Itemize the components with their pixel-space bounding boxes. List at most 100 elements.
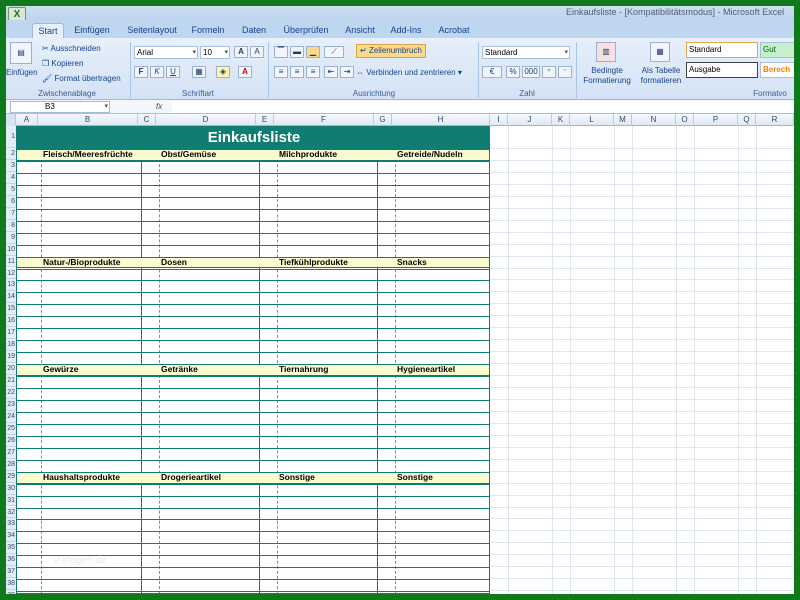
col-header-F[interactable]: F	[274, 114, 374, 126]
row-header-2[interactable]: 2	[6, 148, 16, 160]
italic-button[interactable]: K	[150, 66, 164, 78]
font-size-select[interactable]: 10 ▾	[200, 46, 230, 59]
row-header-38[interactable]: 38	[6, 578, 16, 591]
name-box[interactable]: B3 ▾	[10, 101, 110, 113]
borders-icon[interactable]: ▦	[192, 66, 206, 78]
currency-icon[interactable]: €	[482, 66, 502, 78]
row-header-4[interactable]: 4	[6, 171, 16, 184]
orientation-icon[interactable]: ⟋	[324, 46, 344, 58]
copy-button[interactable]: ❐ Kopieren	[42, 59, 83, 69]
col-header-P[interactable]: P	[694, 114, 738, 126]
row-header-17[interactable]: 17	[6, 327, 16, 340]
font-color-icon[interactable]: A	[238, 66, 252, 78]
tab-ansicht[interactable]: Ansicht	[340, 23, 380, 38]
col-header-L[interactable]: L	[570, 114, 614, 126]
row-header-35[interactable]: 35	[6, 542, 16, 555]
paste-button[interactable]: Einfügen	[6, 68, 38, 78]
number-format-select[interactable]: Standard ▾	[482, 46, 570, 59]
row-header-36[interactable]: 36	[6, 554, 16, 567]
col-header-J[interactable]: J	[508, 114, 552, 126]
row-header-22[interactable]: 22	[6, 387, 16, 399]
tab-formeln[interactable]: Formeln	[186, 23, 230, 38]
row-header-6[interactable]: 6	[6, 195, 16, 208]
select-all-corner[interactable]	[6, 114, 16, 126]
row-header-11[interactable]: 11	[6, 255, 16, 268]
tab-add-ins[interactable]: Add-Ins	[386, 23, 426, 38]
underline-button[interactable]: U	[166, 66, 180, 78]
col-header-E[interactable]: E	[256, 114, 274, 126]
row-header-31[interactable]: 31	[6, 494, 16, 507]
align-top-icon[interactable]: ▔	[274, 46, 288, 58]
col-header-A[interactable]: A	[16, 114, 38, 126]
tab-einfuegen[interactable]: Einfügen	[70, 23, 114, 38]
col-header-H[interactable]: H	[392, 114, 490, 126]
row-header-10[interactable]: 10	[6, 243, 16, 256]
row-header-14[interactable]: 14	[6, 291, 16, 304]
style-standard[interactable]: Standard	[686, 42, 758, 58]
row-header-29[interactable]: 29	[6, 470, 16, 483]
align-left-icon[interactable]: ≡	[274, 66, 288, 78]
align-right-icon[interactable]: ≡	[306, 66, 320, 78]
col-header-K[interactable]: K	[552, 114, 570, 126]
col-header-O[interactable]: O	[676, 114, 694, 126]
font-name-select[interactable]: Arial ▾	[134, 46, 198, 59]
row-header-18[interactable]: 18	[6, 339, 16, 352]
merge-center-button[interactable]: ⇔ Verbinden und zentrieren ▾	[356, 68, 462, 78]
row-header-16[interactable]: 16	[6, 315, 16, 328]
tab-start[interactable]: Start	[32, 23, 64, 38]
row-header-8[interactable]: 8	[6, 219, 16, 232]
align-center-icon[interactable]: ≡	[290, 66, 304, 78]
col-header-M[interactable]: M	[614, 114, 632, 126]
col-header-R[interactable]: R	[756, 114, 794, 126]
tab-daten[interactable]: Daten	[234, 23, 274, 38]
format-painter-button[interactable]: 🖌 Format übertragen	[42, 74, 121, 84]
col-header-G[interactable]: G	[374, 114, 392, 126]
grow-font-icon[interactable]: A	[234, 46, 248, 58]
increase-decimal-icon[interactable]: ⁺	[542, 66, 556, 78]
percent-button[interactable]: %	[506, 66, 520, 78]
row-header-3[interactable]: 3	[6, 159, 16, 172]
row-header-13[interactable]: 13	[6, 279, 16, 292]
row-header-23[interactable]: 23	[6, 398, 16, 411]
paste-icon[interactable]: ▤	[10, 42, 32, 64]
row-header-5[interactable]: 5	[6, 183, 16, 196]
conditional-format-button[interactable]: Bedingte Formatierung	[580, 66, 634, 86]
row-header-28[interactable]: 28	[6, 458, 16, 471]
fill-color-icon[interactable]: ◈	[216, 66, 230, 78]
indent-decrease-icon[interactable]: ⇤	[324, 66, 338, 78]
table-format-icon[interactable]: ▦	[650, 42, 670, 62]
row-header-19[interactable]: 19	[6, 351, 16, 364]
conditional-format-icon[interactable]: ▥	[596, 42, 616, 62]
row-header-37[interactable]: 37	[6, 566, 16, 579]
row-header-30[interactable]: 30	[6, 482, 16, 495]
shrink-font-icon[interactable]: A	[250, 46, 264, 58]
row-header-39[interactable]: 39	[6, 590, 16, 594]
tab-seitenlayout[interactable]: Seitenlayout	[124, 23, 180, 38]
bold-button[interactable]: F	[134, 66, 148, 78]
style-gut[interactable]: Gut	[760, 42, 794, 58]
row-header-20[interactable]: 20	[6, 363, 16, 376]
row-header-26[interactable]: 26	[6, 434, 16, 447]
col-header-N[interactable]: N	[632, 114, 676, 126]
row-header-1[interactable]: 1	[6, 126, 16, 148]
format-as-table-button[interactable]: Als Tabelle formatieren	[634, 66, 688, 86]
row-header-21[interactable]: 21	[6, 375, 16, 387]
function-icon[interactable]: fx	[156, 102, 162, 112]
row-header-27[interactable]: 27	[6, 446, 16, 459]
row-header-33[interactable]: 33	[6, 518, 16, 531]
row-header-34[interactable]: 34	[6, 530, 16, 543]
align-bottom-icon[interactable]: ▁	[306, 46, 320, 58]
col-header-I[interactable]: I	[490, 114, 508, 126]
indent-increase-icon[interactable]: ⇥	[340, 66, 354, 78]
cut-button[interactable]: ✂ Ausschneiden	[42, 44, 101, 54]
col-header-D[interactable]: D	[156, 114, 256, 126]
col-header-B[interactable]: B	[38, 114, 138, 126]
style-ausgabe[interactable]: Ausgabe	[686, 62, 758, 78]
row-header-25[interactable]: 25	[6, 422, 16, 435]
row-header-7[interactable]: 7	[6, 207, 16, 220]
col-header-C[interactable]: C	[138, 114, 156, 126]
decrease-decimal-icon[interactable]: ⁻	[558, 66, 572, 78]
align-middle-icon[interactable]: ▬	[290, 46, 304, 58]
col-header-Q[interactable]: Q	[738, 114, 756, 126]
row-header-12[interactable]: 12	[6, 267, 16, 280]
